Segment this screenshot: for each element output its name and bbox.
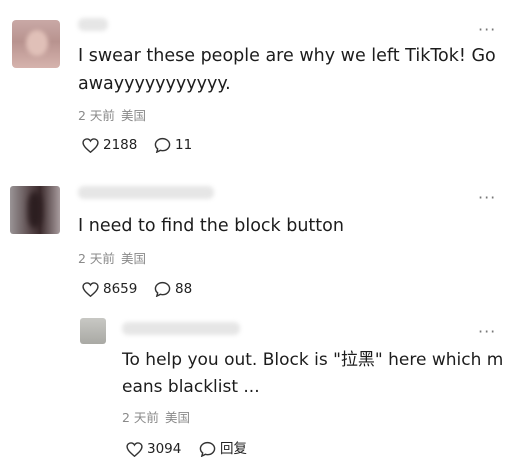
comment-thread: ··· I swear these people are why we left… bbox=[0, 0, 514, 472]
reply-time: 2 天前 bbox=[122, 410, 159, 425]
comment-text-line-2: awayyyyyyyyyyy. bbox=[78, 74, 231, 94]
heart-icon bbox=[82, 281, 99, 297]
comment-bubble-icon bbox=[199, 441, 216, 457]
reply-count: 88 bbox=[175, 281, 193, 297]
comment-location: 美国 bbox=[120, 251, 146, 266]
comment-text-line-1: I need to find the block button bbox=[78, 216, 344, 236]
like-count: 2188 bbox=[103, 137, 138, 153]
reply-location: 美国 bbox=[164, 410, 190, 425]
heart-icon bbox=[82, 137, 99, 153]
username-blurred[interactable] bbox=[122, 322, 240, 335]
reply-text-line-2: eans blacklist ... bbox=[122, 377, 260, 397]
like-count: 8659 bbox=[103, 281, 138, 297]
reply-button[interactable]: 回复 bbox=[199, 440, 247, 458]
comment-bubble-icon bbox=[154, 281, 171, 297]
comment-bubble-icon bbox=[154, 137, 171, 153]
comment-time: 2 天前 bbox=[78, 251, 115, 266]
more-options-icon[interactable]: ··· bbox=[478, 324, 496, 340]
comment-time: 2 天前 bbox=[78, 108, 115, 123]
like-button[interactable]: 2188 bbox=[82, 136, 137, 154]
avatar[interactable] bbox=[12, 20, 60, 68]
username-blurred[interactable] bbox=[78, 186, 214, 199]
reply-meta: 2 天前 美国 bbox=[122, 410, 190, 426]
avatar[interactable] bbox=[10, 186, 60, 234]
heart-icon bbox=[126, 441, 143, 457]
more-options-icon[interactable]: ··· bbox=[478, 22, 496, 38]
username-blurred[interactable] bbox=[78, 18, 108, 31]
comment-meta: 2 天前 美国 bbox=[78, 108, 146, 124]
like-count: 3094 bbox=[147, 441, 182, 457]
comment-meta: 2 天前 美国 bbox=[78, 251, 146, 267]
reply-button[interactable]: 11 bbox=[154, 136, 192, 154]
avatar[interactable] bbox=[80, 318, 106, 344]
reply-button[interactable]: 88 bbox=[154, 280, 192, 298]
like-button[interactable]: 3094 bbox=[126, 440, 181, 458]
more-options-icon[interactable]: ··· bbox=[478, 190, 496, 206]
reply-text-line-1: To help you out. Block is "拉黑" here whic… bbox=[122, 350, 504, 370]
reply-label: 回复 bbox=[220, 441, 247, 457]
like-button[interactable]: 8659 bbox=[82, 280, 137, 298]
comment-location: 美国 bbox=[120, 108, 146, 123]
comment-text-line-1: I swear these people are why we left Tik… bbox=[78, 46, 496, 66]
reply-count: 11 bbox=[175, 137, 193, 153]
